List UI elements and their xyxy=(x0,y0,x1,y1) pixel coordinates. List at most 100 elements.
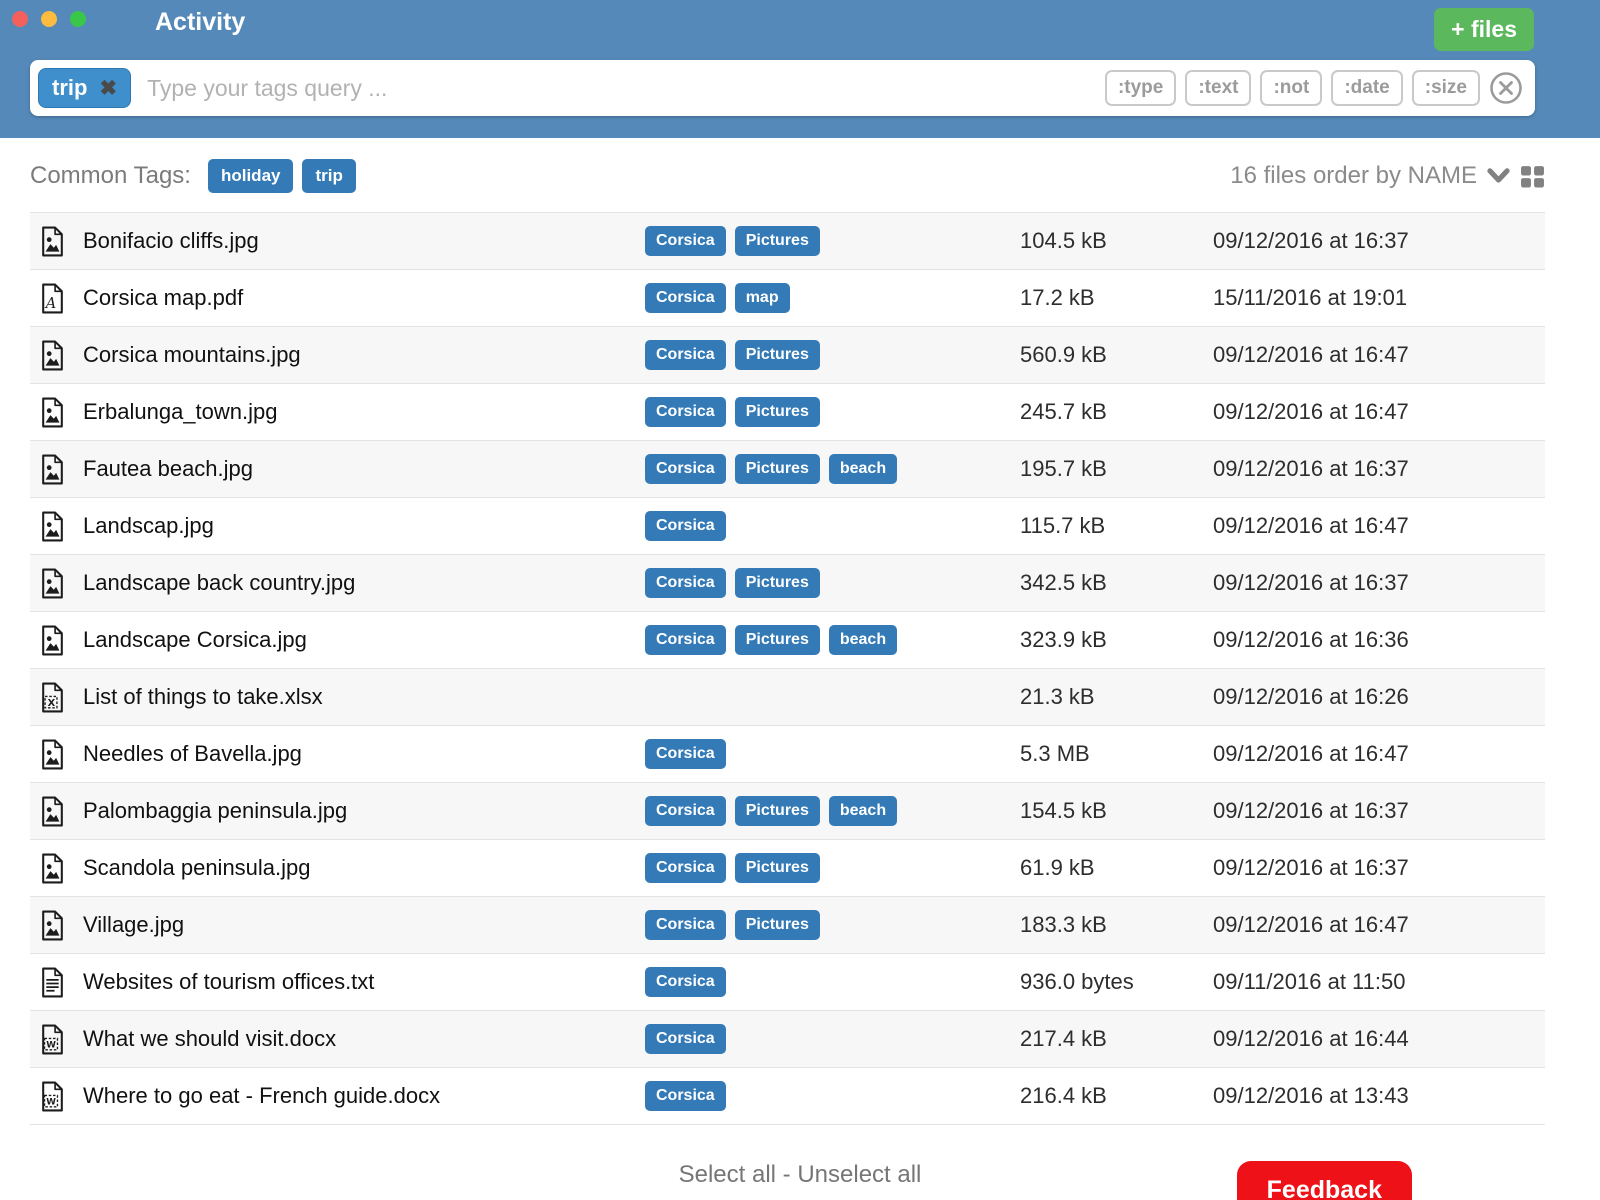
file-row[interactable]: Where to go eat - French guide.docx Cors… xyxy=(30,1068,1545,1125)
window-controls xyxy=(12,11,86,27)
file-name: List of things to take.xlsx xyxy=(83,684,323,710)
close-window-button[interactable] xyxy=(12,11,28,27)
file-tags-cell: Corsica xyxy=(645,511,1020,541)
filter-date-button[interactable]: :date xyxy=(1331,70,1402,106)
filter-type-button[interactable]: :type xyxy=(1105,70,1176,106)
file-tag[interactable]: Pictures xyxy=(735,340,820,370)
file-tag[interactable]: Corsica xyxy=(645,1081,726,1111)
file-tag[interactable]: Pictures xyxy=(735,910,820,940)
file-tags-cell: Corsica Pictures xyxy=(645,340,1020,370)
minimize-window-button[interactable] xyxy=(41,11,57,27)
file-tag[interactable]: beach xyxy=(829,625,897,655)
file-list: Bonifacio cliffs.jpg CorsicaPictures 104… xyxy=(30,212,1545,1125)
file-tag[interactable]: Pictures xyxy=(735,796,820,826)
file-tag[interactable]: Corsica xyxy=(645,796,726,826)
feedback-button[interactable]: Feedback xyxy=(1237,1161,1412,1200)
file-row[interactable]: Palombaggia peninsula.jpg Corsica Picture… xyxy=(30,783,1545,840)
file-tag[interactable]: Corsica xyxy=(645,283,726,313)
image-file-icon xyxy=(40,625,65,656)
file-size: 245.7 kB xyxy=(1020,399,1213,425)
file-row[interactable]: Erbalunga_town.jpg Corsica Pictures 245.7… xyxy=(30,384,1545,441)
image-file-icon xyxy=(40,796,65,827)
unselect-all-link[interactable]: Unselect all xyxy=(797,1161,921,1188)
file-tag[interactable]: Pictures xyxy=(735,853,820,883)
file-date: 09/12/2016 at 16:37 xyxy=(1213,456,1545,482)
remove-tag-icon[interactable]: ✖ xyxy=(99,78,117,99)
file-name-cell: Palombaggia peninsula.jpg xyxy=(30,796,645,827)
file-tag[interactable]: Corsica xyxy=(645,454,726,484)
file-name: Corsica mountains.jpg xyxy=(83,342,301,368)
file-row[interactable]: Websites of tourism offices.txt Corsica … xyxy=(30,954,1545,1011)
grid-view-button[interactable] xyxy=(1520,164,1545,189)
file-tag[interactable]: Corsica xyxy=(645,967,726,997)
file-tag[interactable]: Corsica xyxy=(645,226,726,256)
file-tag[interactable]: Pictures xyxy=(735,568,820,598)
file-tag[interactable]: Pictures xyxy=(735,226,820,256)
selection-separator: - xyxy=(776,1161,797,1188)
file-tag[interactable]: beach xyxy=(829,796,897,826)
file-tags-cell: Corsica Pictures xyxy=(645,910,1020,940)
file-row[interactable]: Landscape back country.jpg CorsicaPictur… xyxy=(30,555,1545,612)
file-size: 342.5 kB xyxy=(1020,570,1213,596)
file-row[interactable]: Landscap.jpg Corsica 115.7 kB 09/12/2016… xyxy=(30,498,1545,555)
file-name-cell: Needles of Bavella.jpg xyxy=(30,739,645,770)
file-row[interactable]: Landscape Corsica.jpg CorsicaPicturesbea… xyxy=(30,612,1545,669)
file-size: 21.3 kB xyxy=(1020,684,1213,710)
filter-not-button[interactable]: :not xyxy=(1260,70,1322,106)
select-all-link[interactable]: Select all xyxy=(679,1161,776,1188)
file-row[interactable]: Corsica mountains.jpg CorsicaPictures 56… xyxy=(30,327,1545,384)
sort-direction-button[interactable] xyxy=(1487,168,1510,184)
file-tag[interactable]: Corsica xyxy=(645,1024,726,1054)
file-tags-cell: Corsica Pictures beach xyxy=(645,625,1020,655)
maximize-window-button[interactable] xyxy=(70,11,86,27)
file-tag[interactable]: Corsica xyxy=(645,739,726,769)
file-tag[interactable]: Corsica xyxy=(645,397,726,427)
file-row[interactable]: Corsica map.pdf Corsicamap 17.2 kB 15/11… xyxy=(30,270,1545,327)
file-tag[interactable]: beach xyxy=(829,454,897,484)
file-date: 15/11/2016 at 19:01 xyxy=(1213,285,1545,311)
file-name-cell: List of things to take.xlsx xyxy=(30,682,645,713)
file-tag[interactable]: Pictures xyxy=(735,625,820,655)
file-tag[interactable]: Corsica xyxy=(645,340,726,370)
file-tag[interactable]: map xyxy=(735,283,790,313)
file-tags-cell: Corsica Pictures xyxy=(645,226,1020,256)
file-name: Where to go eat - French guide.docx xyxy=(83,1083,440,1109)
sort-summary-group: 16 files order by NAME xyxy=(1230,162,1545,190)
file-tag[interactable]: Corsica xyxy=(645,625,726,655)
image-file-icon xyxy=(40,226,65,257)
file-name-cell: Erbalunga_town.jpg xyxy=(30,397,645,428)
file-tag[interactable]: Pictures xyxy=(735,454,820,484)
file-name: Websites of tourism offices.txt xyxy=(83,969,374,995)
file-row[interactable]: Scandola peninsula.jpg CorsicaPictures 6… xyxy=(30,840,1545,897)
file-row[interactable]: List of things to take.xlsx 21.3 kB 09/1… xyxy=(30,669,1545,726)
file-row[interactable]: Bonifacio cliffs.jpg CorsicaPictures 104… xyxy=(30,213,1545,270)
common-tag-trip[interactable]: trip xyxy=(302,159,355,193)
file-row[interactable]: Needles of Bavella.jpg Corsica 5.3 MB 09… xyxy=(30,726,1545,783)
file-tag[interactable]: Corsica xyxy=(645,910,726,940)
window-title: Activity xyxy=(155,8,245,37)
file-row[interactable]: What we should visit.docx Corsica 217.4 … xyxy=(30,1011,1545,1068)
file-size: 61.9 kB xyxy=(1020,855,1213,881)
active-tag-chip[interactable]: trip ✖ xyxy=(38,68,131,108)
clear-query-button[interactable] xyxy=(1489,71,1523,105)
file-name-cell: Village.jpg xyxy=(30,910,645,941)
filter-size-button[interactable]: :size xyxy=(1412,70,1480,106)
file-tag[interactable]: Corsica xyxy=(645,568,726,598)
common-tags-group: Common Tags: holiday trip xyxy=(30,159,356,193)
files-order-summary: 16 files order by NAME xyxy=(1230,162,1477,190)
file-date: 09/12/2016 at 16:37 xyxy=(1213,570,1545,596)
active-tag-label: trip xyxy=(52,75,87,101)
grid-view-icon xyxy=(1520,164,1545,189)
file-tag[interactable]: Corsica xyxy=(645,511,726,541)
filter-text-button[interactable]: :text xyxy=(1185,70,1251,106)
file-tag[interactable]: Pictures xyxy=(735,397,820,427)
file-name: Landscap.jpg xyxy=(83,513,214,539)
file-row[interactable]: Village.jpg CorsicaPictures 183.3 kB 09/… xyxy=(30,897,1545,954)
footer: Select all - Unselect all Feedback xyxy=(0,1139,1600,1200)
file-tags-cell: Corsica Pictures beach xyxy=(645,796,1020,826)
tag-query-input[interactable] xyxy=(131,75,1105,102)
file-tag[interactable]: Corsica xyxy=(645,853,726,883)
common-tag-holiday[interactable]: holiday xyxy=(208,159,294,193)
add-files-button[interactable]: + files xyxy=(1434,8,1534,51)
file-row[interactable]: Fautea beach.jpg CorsicaPicturesbeach 19… xyxy=(30,441,1545,498)
